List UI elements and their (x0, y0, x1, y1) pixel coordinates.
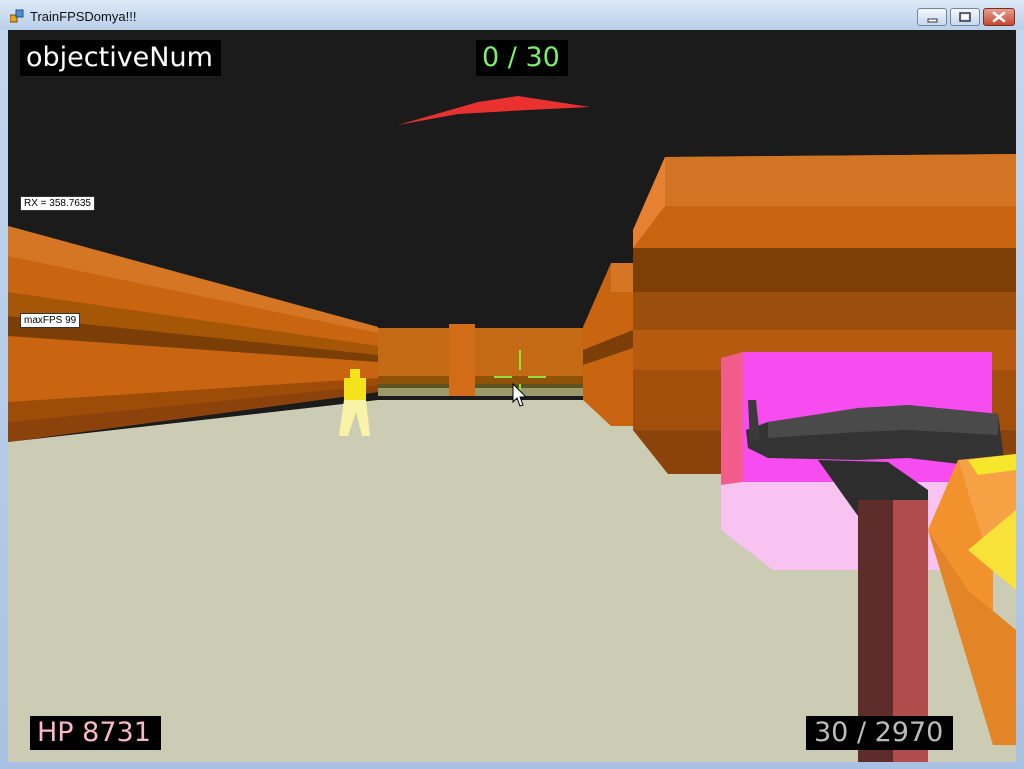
maximize-icon (959, 12, 971, 22)
debug-fps-readout: maxFPS 99 (20, 313, 81, 328)
objective-count: 0 / 30 (476, 40, 568, 76)
maximize-button[interactable] (950, 8, 980, 26)
game-viewport[interactable]: objectiveNum 0 / 30 RX = 358.7635 maxFPS… (8, 30, 1016, 762)
close-icon (992, 11, 1006, 23)
minimize-icon (927, 18, 938, 23)
app-icon (10, 9, 24, 23)
objective-label: objectiveNum (20, 40, 221, 76)
window-title: TrainFPSDomya!!! (30, 9, 137, 24)
debug-rx-readout: RX = 358.7635 (20, 196, 95, 211)
title-bar[interactable]: TrainFPSDomya!!! (0, 0, 1024, 30)
close-button[interactable] (983, 8, 1015, 26)
game-scene (8, 30, 1016, 762)
ammo-display: 30 / 2970 (806, 716, 954, 750)
hp-display: HP 8731 (30, 716, 161, 750)
minimize-button[interactable] (917, 8, 947, 26)
app-window: TrainFPSDomya!!! objectiveNum 0 / 30 RX … (0, 0, 1024, 769)
